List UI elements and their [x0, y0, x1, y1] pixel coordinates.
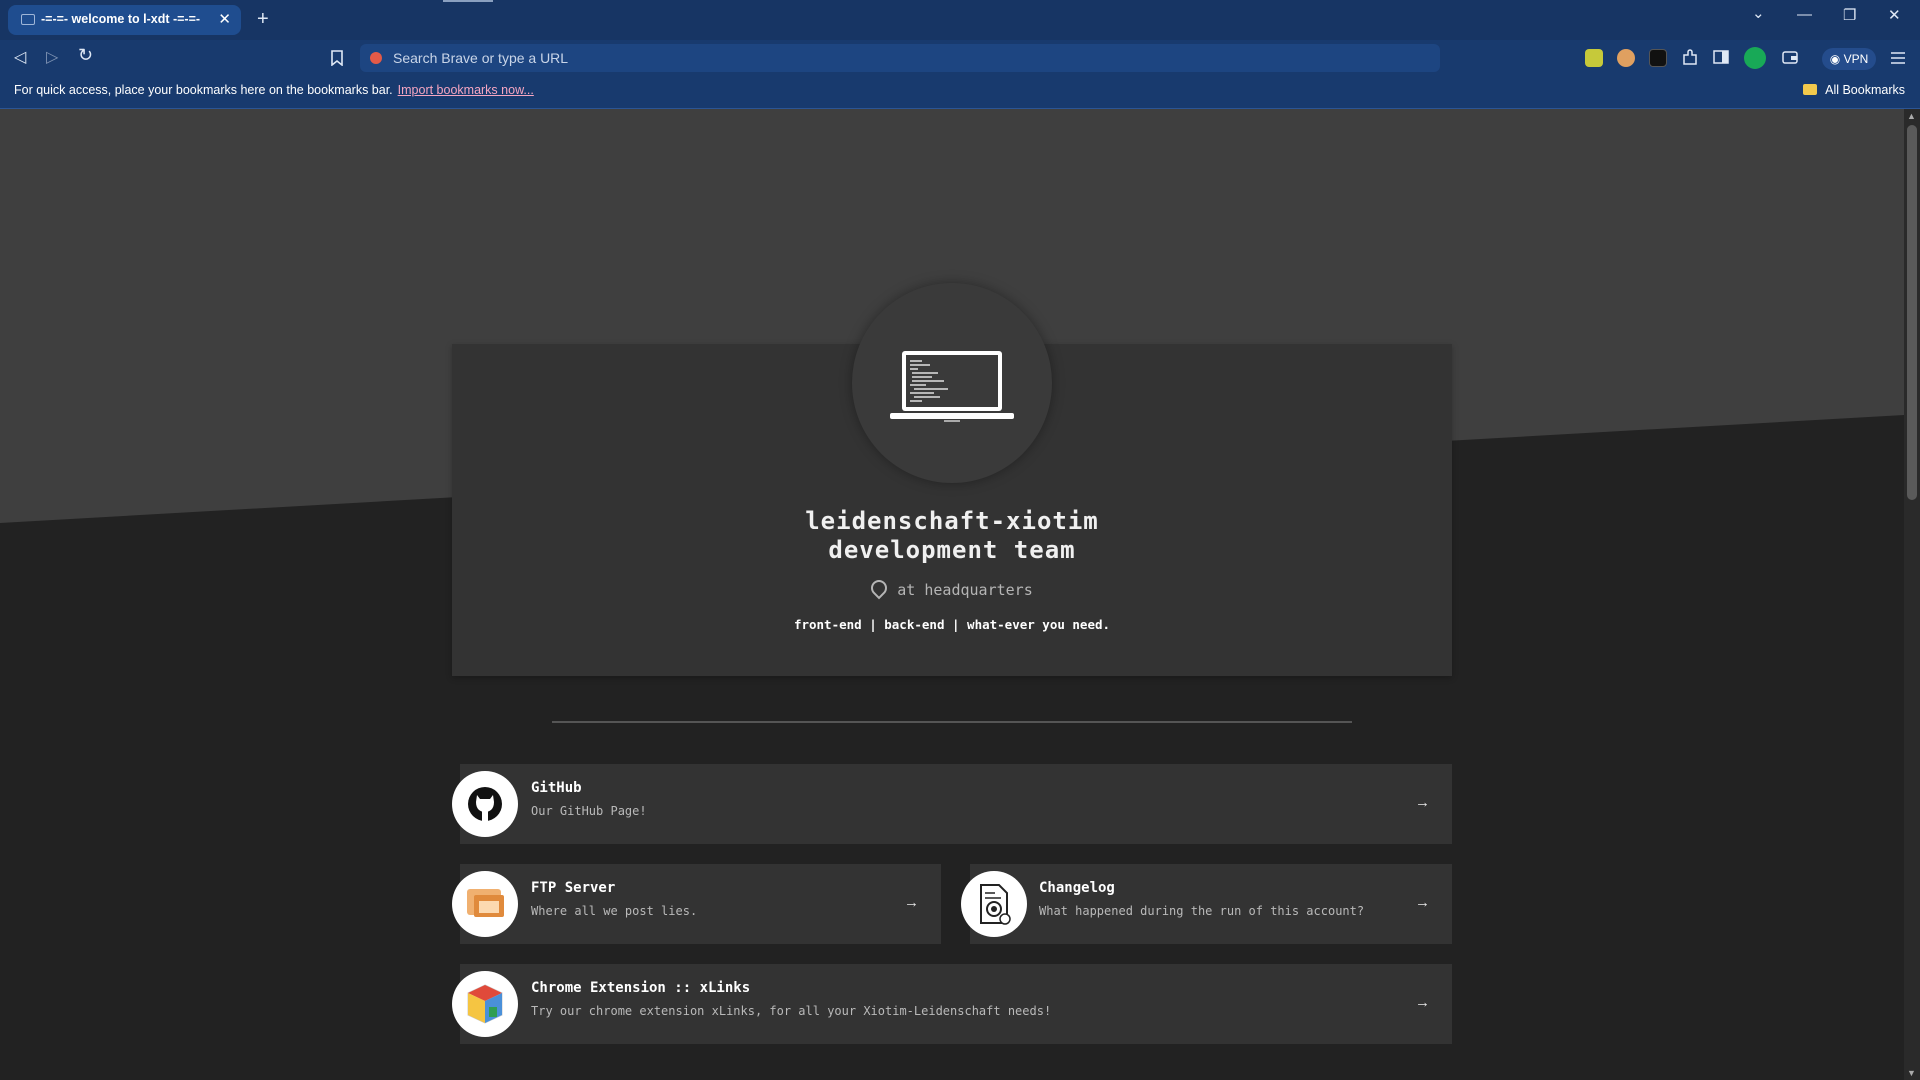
bookmarks-bar: For quick access, place your bookmarks h…: [0, 76, 1920, 109]
section-divider: [552, 721, 1352, 723]
chrome-extension-link-card[interactable]: Chrome Extension :: xLinks Try our chrom…: [460, 964, 1452, 1044]
extension-2-icon[interactable]: [1617, 49, 1635, 67]
scroll-up-icon[interactable]: ▲: [1907, 111, 1916, 121]
page-scrollbar[interactable]: ▲ ▼: [1904, 109, 1920, 1080]
brave-shield-icon[interactable]: [370, 52, 382, 64]
address-bar[interactable]: Search Brave or type a URL: [360, 44, 1440, 72]
card-description: Our GitHub Page!: [531, 804, 647, 818]
toolbar: ◁ ▷ ↻ Search Brave or type a URL ◉ VPN: [0, 40, 1920, 76]
scroll-down-icon[interactable]: ▼: [1907, 1068, 1916, 1078]
all-bookmarks-button[interactable]: All Bookmarks: [1803, 83, 1905, 97]
laptop-code-icon: [890, 351, 1014, 422]
card-title: Changelog: [1039, 880, 1115, 896]
web-page: leidenschaft-xiotim development team at …: [0, 109, 1904, 1080]
arrow-right-icon: →: [904, 894, 919, 911]
extensions-puzzle-icon[interactable]: [1681, 49, 1699, 67]
github-link-card[interactable]: GitHub Our GitHub Page! →: [460, 764, 1452, 844]
arrow-right-icon: →: [1415, 994, 1430, 1011]
terminal-extension-icon[interactable]: [1649, 49, 1667, 67]
menu-hamburger-icon[interactable]: [1890, 51, 1906, 65]
card-description: Try our chrome extension xLinks, for all…: [531, 1004, 1052, 1018]
new-tab-button[interactable]: +: [257, 8, 269, 31]
bookmarks-message: For quick access, place your bookmarks h…: [14, 83, 534, 97]
extension-1-icon[interactable]: [1585, 49, 1603, 67]
sidebar-toggle-icon[interactable]: [1713, 50, 1729, 64]
back-button[interactable]: ◁: [14, 47, 26, 67]
team-name: leidenschaft-xiotim: [805, 507, 1099, 535]
reload-button[interactable]: ↻: [78, 45, 93, 66]
changelog-link-card[interactable]: Changelog What happened during the run o…: [970, 864, 1452, 944]
arrow-right-icon: →: [1415, 794, 1430, 811]
tab-active[interactable]: -=-=- welcome to l-xdt -=-=- ✕: [8, 5, 241, 35]
all-bookmarks-label: All Bookmarks: [1825, 83, 1905, 97]
card-title: GitHub: [531, 780, 582, 796]
restore-button[interactable]: ❐: [1843, 6, 1856, 24]
tagline: front-end | back-end | what-ever you nee…: [793, 617, 1111, 632]
vpn-button[interactable]: ◉ VPN: [1822, 48, 1876, 70]
changelog-document-icon: [961, 871, 1027, 937]
card-description: Where all we post lies.: [531, 904, 698, 918]
forward-button[interactable]: ▷: [46, 47, 58, 67]
ftp-server-link-card[interactable]: FTP Server Where all we post lies. →: [460, 864, 941, 944]
minimize-button[interactable]: —: [1797, 6, 1812, 23]
close-window-button[interactable]: ✕: [1888, 6, 1901, 24]
location-pin-icon: [867, 576, 891, 600]
team-subtitle: development team: [828, 536, 1076, 564]
tab-close-icon[interactable]: ✕: [218, 10, 231, 28]
location: at headquarters: [452, 576, 1452, 600]
github-icon: [452, 771, 518, 837]
card-description: What happened during the run of this acc…: [1039, 904, 1365, 918]
tab-strip: -=-=- welcome to l-xdt -=-=- ✕ + ⌄ — ❐ ✕: [0, 0, 1920, 40]
address-placeholder: Search Brave or type a URL: [393, 50, 569, 66]
grammarly-icon[interactable]: [1744, 47, 1766, 69]
chrome-extension-box-icon: [452, 971, 518, 1037]
browser-chrome: -=-=- welcome to l-xdt -=-=- ✕ + ⌄ — ❐ ✕…: [0, 0, 1920, 109]
import-bookmarks-link[interactable]: Import bookmarks now...: [398, 83, 534, 97]
location-text: at headquarters: [897, 581, 1033, 599]
vpn-label: VPN: [1843, 52, 1869, 66]
bookmark-icon[interactable]: [331, 50, 343, 66]
ftp-server-icon: [452, 871, 518, 937]
folder-icon: [1803, 84, 1818, 95]
wallet-icon[interactable]: [1782, 50, 1798, 64]
card-title: Chrome Extension :: xLinks: [531, 980, 751, 996]
avatar: [852, 283, 1052, 483]
tab-title: -=-=- welcome to l-xdt -=-=-: [41, 12, 201, 26]
tab-search-dropdown-icon[interactable]: ⌄: [1752, 4, 1765, 22]
terminal-favicon-icon: [21, 14, 35, 25]
scrollbar-thumb[interactable]: [1907, 125, 1917, 500]
arrow-right-icon: →: [1415, 894, 1430, 911]
tab-drag-indicator: [443, 0, 493, 2]
card-title: FTP Server: [531, 880, 616, 896]
bookmarks-hint: For quick access, place your bookmarks h…: [14, 83, 393, 97]
